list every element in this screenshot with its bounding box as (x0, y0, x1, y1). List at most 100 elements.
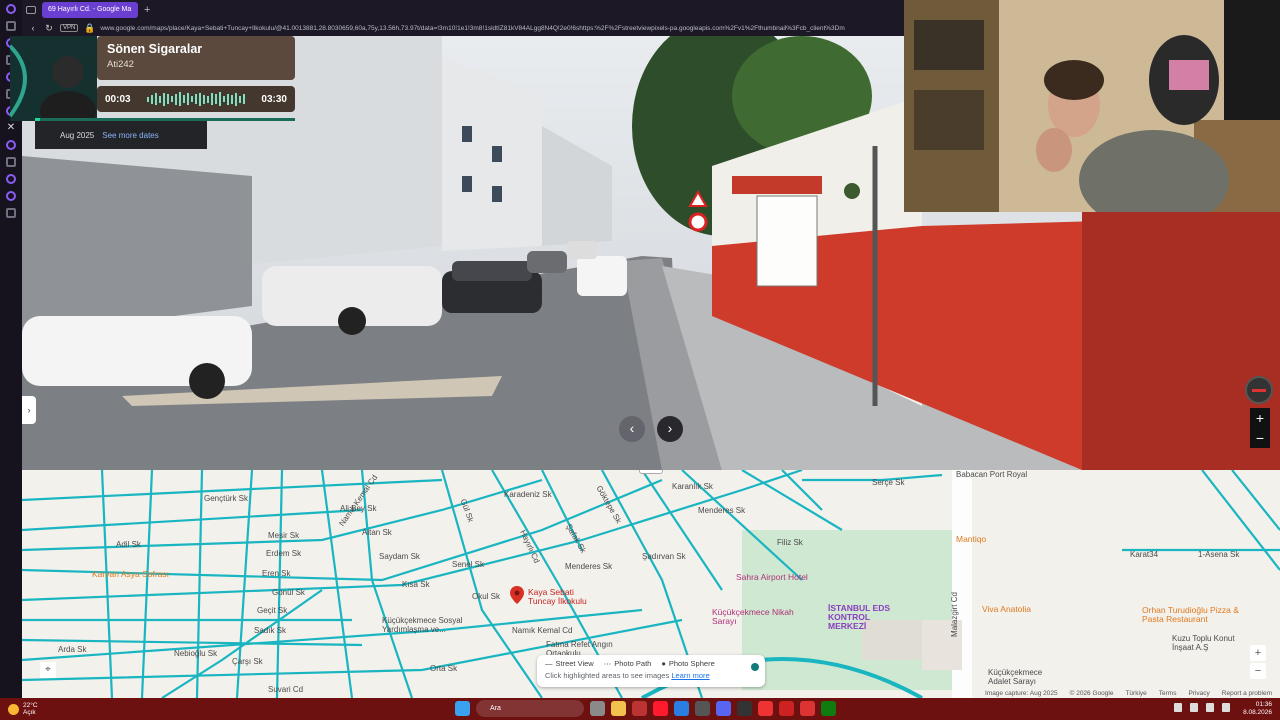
street-label: Gençtürk Sk (204, 494, 249, 503)
xbox-icon[interactable] (821, 701, 836, 716)
poi-babacan[interactable]: Babacan Port Royal (956, 470, 1027, 479)
street-label: Malazgirt Cd (949, 592, 959, 637)
street-label: Altan Sk (362, 528, 392, 537)
copyright-text: © 2026 Google (1069, 690, 1114, 697)
street-label: Namık Kemal Cd (512, 626, 573, 635)
street-label: Serçe Sk (872, 478, 905, 487)
poi-karat[interactable]: Karat34 (1130, 550, 1158, 559)
app-icon[interactable] (800, 701, 815, 716)
panel-resize-handle[interactable] (639, 470, 663, 474)
clock[interactable]: 01:36 8.08.2026 (1243, 701, 1272, 717)
street-label: Çarşı Sk (232, 657, 263, 666)
opera-icon[interactable] (6, 4, 16, 14)
poi-sosyal[interactable]: Küçükçekmece Sosyal Yardımlaşma ve... (382, 616, 482, 634)
pinboard-icon[interactable] (6, 191, 16, 201)
tab-bar: 69 Hayırlı Cd. - Google Ma + (22, 0, 904, 20)
report-problem-link[interactable]: Report a problem (1222, 690, 1272, 697)
battery-icon[interactable] (1222, 703, 1230, 712)
settings-icon[interactable] (6, 208, 16, 218)
temperature: 22°C (23, 702, 38, 709)
expand-panel-button[interactable]: › (22, 396, 36, 424)
see-more-dates-link[interactable]: See more dates (102, 131, 158, 140)
stream-avatar (10, 36, 97, 121)
history-icon[interactable] (6, 174, 16, 184)
compass-icon[interactable] (1245, 376, 1273, 404)
privacy-link[interactable]: Privacy (1188, 690, 1209, 697)
legend-street-view: — Street View (545, 659, 594, 668)
poi-karvan[interactable]: Karvan Asya Sofrası (92, 569, 169, 579)
street-label: Erdem Sk (266, 549, 302, 558)
reload-icon[interactable]: ↻ (44, 23, 54, 34)
network-icon[interactable] (1190, 703, 1198, 712)
poi-nikah[interactable]: Küçükçekmece Nikah Sarayı (712, 608, 802, 626)
steam-icon[interactable] (737, 701, 752, 716)
vpn-badge[interactable]: VPN (60, 24, 79, 32)
map-zoom-in-button[interactable]: + (1250, 645, 1266, 661)
poi-viva[interactable]: Viva Anatolia (982, 604, 1031, 614)
tab-google-maps[interactable]: 69 Hayırlı Cd. - Google Ma (42, 2, 138, 18)
opera-gx-icon[interactable] (653, 701, 668, 716)
taskbar-apps: Ara (455, 700, 836, 717)
poi-mantiqo[interactable]: Mantiqo (956, 534, 986, 544)
legend-photo-sphere: ● Photo Sphere (661, 659, 715, 668)
region-link[interactable]: Türkiye (1125, 690, 1146, 697)
sv-zoom-out-button[interactable]: − (1250, 428, 1270, 448)
x-icon[interactable]: ✕ (6, 123, 16, 133)
street-label: Ali Bey Sk (340, 504, 377, 513)
street-label: Eren Sk (262, 569, 291, 578)
date: 8.08.2026 (1243, 709, 1272, 716)
learn-more-link[interactable]: Learn more (671, 671, 709, 680)
weather-condition: Açık (23, 709, 36, 716)
settings-app-icon[interactable] (695, 701, 710, 716)
map-zoom-out-button[interactable]: − (1250, 663, 1266, 679)
lock-icon: 🔒 (84, 22, 96, 33)
location-icon[interactable]: ⌖ (40, 662, 56, 678)
sun-icon (8, 703, 19, 715)
street-label: Şadırvan Sk (642, 552, 686, 561)
poi-orhan[interactable]: Orhan Turudioğlu Pizza & Pasta Restauran… (1142, 606, 1262, 624)
url-field[interactable]: www.google.com/maps/place/Kaya+Sebati+Tu… (100, 25, 900, 32)
street-label: Orta Sk (430, 664, 458, 673)
volume-icon[interactable] (1206, 703, 1214, 712)
terms-link[interactable]: Terms (1159, 690, 1177, 697)
street-label: Suvari Cd (268, 685, 304, 694)
map-pin-icon[interactable] (510, 586, 524, 604)
player-icon[interactable] (6, 157, 16, 167)
file-explorer-icon[interactable] (611, 701, 626, 716)
edge-icon[interactable] (674, 701, 689, 716)
poi-asena[interactable]: 1-Asena Sk (1198, 550, 1239, 559)
poi-sahra[interactable]: Sahra Airport Hotel (736, 572, 808, 582)
street-label: Karanlık Sk (672, 482, 713, 491)
street-label: Sadık Sk (254, 626, 287, 635)
poi-adalet[interactable]: Küçükçekmece Adalet Sarayı (988, 668, 1058, 686)
next-image-button[interactable]: › (657, 416, 683, 442)
chat-icon[interactable] (6, 140, 16, 150)
discord-icon[interactable] (716, 701, 731, 716)
street-label: Menderes Sk (698, 506, 746, 515)
youtube-icon[interactable] (758, 701, 773, 716)
obs-icon[interactable] (779, 701, 794, 716)
store-icon[interactable] (632, 701, 647, 716)
tabs-icon[interactable] (6, 21, 16, 31)
street-label: Gönül Sk (272, 588, 305, 597)
street-label: Filiz Sk (777, 538, 803, 547)
weather-widget[interactable]: 22°C Açık (0, 702, 38, 716)
street-label: Mesir Sk (268, 531, 300, 540)
google-map[interactable]: Gençtürk Sk Adil Sk Mesir Sk Erdem Sk Er… (22, 470, 1280, 698)
poi-istanbul-eds[interactable]: İSTANBUL EDS KONTROL MERKEZİ (828, 604, 898, 631)
start-icon[interactable] (455, 701, 470, 716)
street-label: Kısa Sk (402, 580, 430, 589)
webcam-feed (904, 0, 1280, 212)
sv-zoom-in-button[interactable]: + (1250, 408, 1270, 428)
new-tab-button[interactable]: + (144, 4, 150, 16)
poi-school[interactable]: Kaya Sebati Tuncay İlkokulu (528, 588, 598, 606)
workspace-icon[interactable] (26, 6, 36, 14)
back-icon[interactable]: ‹ (28, 23, 38, 33)
task-view-icon[interactable] (590, 701, 605, 716)
capture-date-card: Aug 2025 See more dates (35, 121, 207, 149)
street-label: Geçit Sk (257, 606, 288, 615)
taskbar-search[interactable]: Ara (476, 700, 584, 717)
poi-kuzu[interactable]: Kuzu Toplu Konut İnşaat A.Ş (1172, 634, 1242, 652)
previous-image-button[interactable]: ‹ (619, 416, 645, 442)
chevron-up-icon[interactable] (1174, 703, 1182, 712)
